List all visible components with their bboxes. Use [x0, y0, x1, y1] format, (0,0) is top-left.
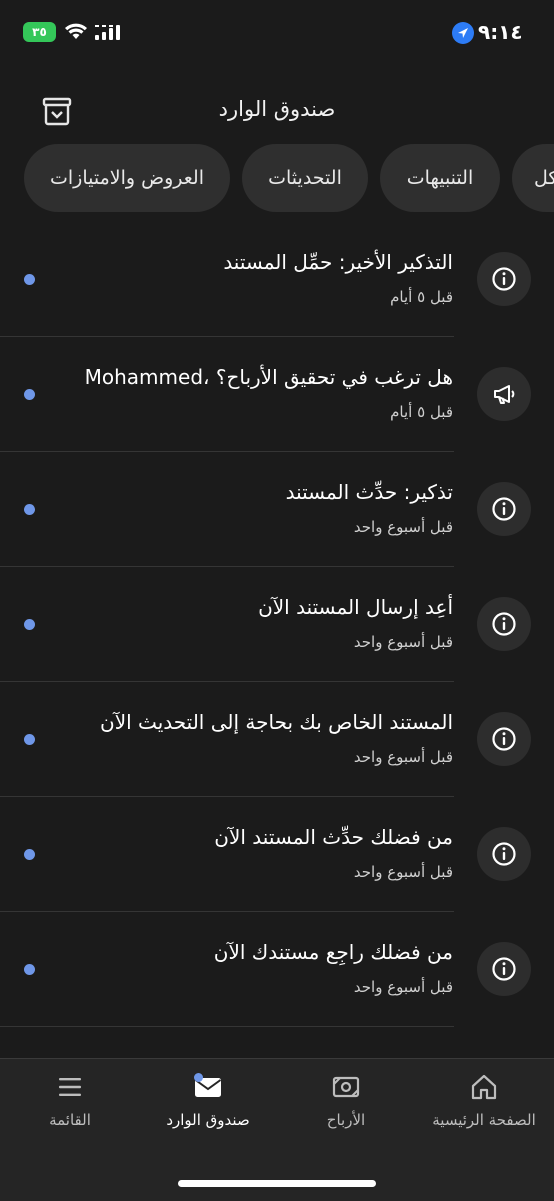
- notification-title: من فضلك حدِّث المستند الآن: [214, 825, 453, 849]
- notification-title: المستند الخاص بك بحاجة إلى التحديث الآن: [100, 710, 453, 734]
- notification-time: قبل أسبوع واحد: [353, 748, 453, 766]
- notification-list: التذكير الأخير: حمِّل المستند قبل ٥ أيام…: [0, 222, 554, 1027]
- notification-time: قبل أسبوع واحد: [353, 633, 453, 651]
- notification-time: قبل أسبوع واحد: [353, 863, 453, 881]
- info-icon: [477, 482, 531, 536]
- info-icon: [477, 942, 531, 996]
- location-arrow-icon: [452, 22, 474, 44]
- tab-alerts[interactable]: التنبيهات: [380, 144, 500, 212]
- tab-updates[interactable]: التحديثات: [242, 144, 368, 212]
- divider: [0, 1026, 454, 1027]
- unread-dot: [24, 619, 35, 630]
- nav-label: الأرباح: [326, 1111, 366, 1129]
- home-indicator: [178, 1180, 376, 1187]
- battery-level: ٣٥: [32, 25, 47, 39]
- list-item[interactable]: تذكير: حدِّث المستند قبل أسبوع واحد: [0, 452, 554, 567]
- nav-earnings[interactable]: الأرباح: [276, 1073, 416, 1143]
- home-icon: [471, 1074, 497, 1100]
- info-icon: [477, 712, 531, 766]
- nav-label: القائمة: [49, 1111, 91, 1129]
- signal-icon: [95, 25, 120, 40]
- unread-dot: [24, 274, 35, 285]
- nav-menu[interactable]: القائمة: [0, 1073, 140, 1143]
- filter-tabs: العروض والامتيازات التحديثات التنبيهات ا…: [0, 144, 554, 214]
- unread-dot: [24, 964, 35, 975]
- info-icon: [477, 827, 531, 881]
- info-icon: [477, 252, 531, 306]
- menu-icon: [59, 1078, 81, 1096]
- list-item[interactable]: من فضلك راجِع مستندك الآن قبل أسبوع واحد: [0, 912, 554, 1027]
- unread-dot: [24, 849, 35, 860]
- list-item[interactable]: هل ترغب في تحقيق الأرباح؟ ،Mohammed قبل …: [0, 337, 554, 452]
- notification-title: من فضلك راجِع مستندك الآن: [213, 940, 453, 964]
- unread-dot: [24, 389, 35, 400]
- status-time: ٩:١٤: [478, 20, 523, 44]
- list-item[interactable]: المستند الخاص بك بحاجة إلى التحديث الآن …: [0, 682, 554, 797]
- unread-badge: [194, 1073, 203, 1082]
- info-icon: [477, 597, 531, 651]
- wifi-icon: [65, 23, 87, 39]
- archive-icon[interactable]: [41, 96, 73, 128]
- tab-offers[interactable]: العروض والامتيازات: [24, 144, 230, 212]
- nav-label: صندوق الوارد: [166, 1111, 250, 1129]
- unread-dot: [24, 734, 35, 745]
- tab-all[interactable]: الكل: [512, 144, 554, 212]
- notification-time: قبل أسبوع واحد: [353, 978, 453, 996]
- nav-inbox[interactable]: صندوق الوارد: [138, 1073, 278, 1143]
- nav-home[interactable]: الصفحة الرئيسية: [414, 1073, 554, 1143]
- notification-title: تذكير: حدِّث المستند: [285, 480, 453, 504]
- page-title: صندوق الوارد: [218, 97, 336, 121]
- nav-label: الصفحة الرئيسية: [432, 1111, 536, 1129]
- notification-title: التذكير الأخير: حمِّل المستند: [223, 250, 453, 274]
- notification-title: أعِد إرسال المستند الآن: [258, 595, 453, 619]
- header: صندوق الوارد: [0, 84, 554, 140]
- battery-charging-icon: ٣٥: [23, 22, 56, 42]
- list-item[interactable]: من فضلك حدِّث المستند الآن قبل أسبوع واح…: [0, 797, 554, 912]
- notification-title: هل ترغب في تحقيق الأرباح؟ ،Mohammed: [84, 365, 453, 389]
- megaphone-icon: [477, 367, 531, 421]
- notification-time: قبل ٥ أيام: [390, 288, 453, 306]
- list-item[interactable]: أعِد إرسال المستند الآن قبل أسبوع واحد: [0, 567, 554, 682]
- status-bar: ٣٥ ٩:١٤: [0, 0, 554, 66]
- notification-time: قبل ٥ أيام: [390, 403, 453, 421]
- list-item[interactable]: التذكير الأخير: حمِّل المستند قبل ٥ أيام: [0, 222, 554, 337]
- earnings-icon: [332, 1076, 360, 1098]
- notification-time: قبل أسبوع واحد: [353, 518, 453, 536]
- unread-dot: [24, 504, 35, 515]
